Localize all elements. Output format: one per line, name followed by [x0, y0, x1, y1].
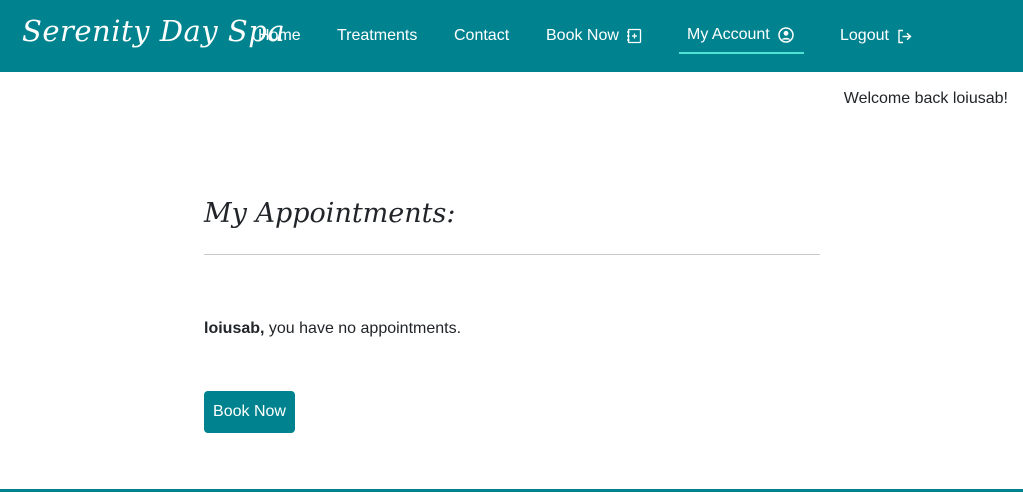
top-navbar: Serenity Day Spa Home Treatments Contact…	[0, 0, 1023, 72]
nav-logout-label: Logout	[840, 27, 889, 44]
nav-home-label: Home	[258, 27, 301, 44]
username-text: loiusab,	[204, 320, 265, 337]
user-circle-icon	[777, 27, 794, 43]
nav-logout[interactable]: Logout	[840, 0, 913, 72]
nav-my-account-label: My Account	[687, 26, 770, 43]
appointments-message: loiusab, you have no appointments.	[204, 320, 461, 338]
no-appointments-text: you have no appointments.	[264, 320, 462, 337]
nav-contact[interactable]: Contact	[454, 0, 509, 72]
nav-book-now-label: Book Now	[546, 27, 619, 44]
nav-book-now[interactable]: Book Now	[546, 0, 642, 72]
page-title: My Appointments:	[204, 198, 456, 229]
add-calendar-icon	[626, 28, 642, 44]
logout-icon	[897, 29, 913, 44]
book-now-button[interactable]: Book Now	[204, 391, 295, 433]
nav-home[interactable]: Home	[258, 0, 301, 72]
title-divider	[204, 254, 820, 255]
nav-my-account[interactable]: My Account	[679, 0, 804, 71]
nav-contact-label: Contact	[454, 27, 510, 44]
welcome-message: Welcome back loiusab!	[843, 90, 1008, 107]
site-brand[interactable]: Serenity Day Spa	[22, 14, 285, 48]
nav-treatments-label: Treatments	[337, 27, 418, 44]
nav-treatments[interactable]: Treatments	[337, 0, 417, 72]
